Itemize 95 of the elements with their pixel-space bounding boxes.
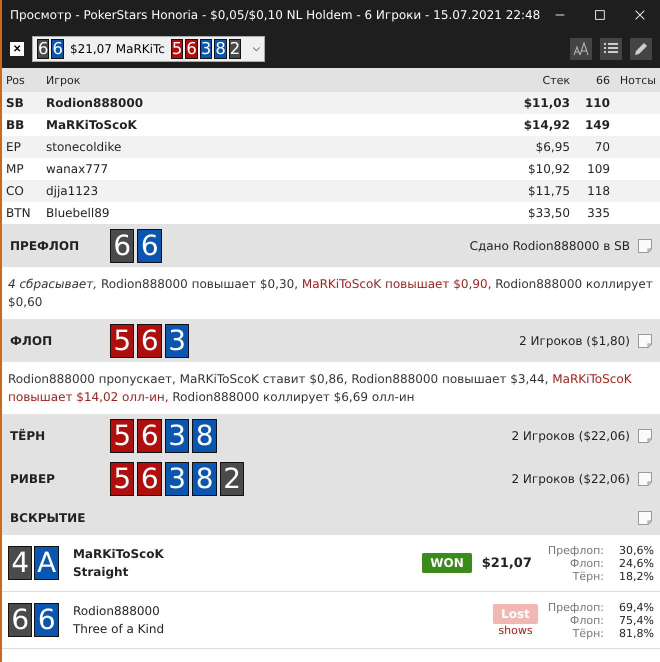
player-cell-text: Bluebell89: [46, 206, 110, 220]
playing-card: 3: [164, 462, 190, 496]
stack-cell-text: $33,50: [527, 206, 570, 220]
playing-card: 5: [170, 39, 184, 59]
player-cell-text: djja1123: [46, 184, 100, 198]
note-icon[interactable]: [638, 428, 652, 442]
note-icon[interactable]: [638, 472, 652, 486]
playing-card: 8: [192, 418, 217, 452]
shows-label: shows: [498, 624, 533, 636]
column-header: Игрок: [46, 74, 82, 86]
playing-card: 6: [185, 39, 198, 59]
equity-label: Тёрн:: [572, 626, 604, 640]
big-blinds-cell-text: 110: [584, 96, 610, 110]
position-cell-text: CO: [6, 184, 25, 198]
playing-card: A: [34, 546, 59, 580]
hand-rank: Three of a Kind: [72, 621, 166, 638]
big-blinds-cell-text: 335: [586, 206, 610, 220]
equity-label: Префлоп:: [548, 544, 604, 556]
playing-card: 3: [200, 39, 212, 59]
big-blinds-cell-text: 70: [594, 140, 610, 154]
playing-card: 8: [192, 462, 217, 496]
position-cell-text: EP: [6, 140, 22, 154]
equity-value: 81,8%: [618, 626, 654, 640]
equity-label: Префлоп:: [548, 600, 604, 614]
street-info: 2 Игроков ($1,80): [519, 334, 630, 348]
equity-value: 18,2%: [618, 570, 654, 582]
equity-value: 30,6%: [618, 544, 654, 556]
playing-card: 5: [110, 324, 134, 358]
playing-card: 3: [164, 324, 190, 358]
playing-card: 2: [228, 39, 242, 59]
street-name: ФЛОП: [10, 334, 54, 348]
playing-card: 6: [51, 39, 64, 59]
close-button[interactable]: ✕: [10, 42, 24, 56]
playing-card: 5: [110, 418, 134, 452]
player-cell-text: stonecoldike: [46, 140, 122, 154]
player-cell-text: MaRKiToScoK: [46, 118, 138, 132]
hand-selector[interactable]: 6 6 $21,07 MaRKiTc 5 6 3 8 2: [32, 36, 265, 62]
big-blinds-cell-text: 149: [584, 118, 610, 132]
playing-card: 6: [34, 603, 59, 637]
column-header: 66: [595, 74, 610, 86]
playing-card: 6: [8, 603, 32, 637]
equity-label: Тёрн:: [572, 570, 604, 582]
playing-card: 3: [164, 418, 190, 452]
equity-label: Флоп:: [568, 556, 604, 570]
playing-card: 6: [110, 228, 134, 262]
playing-card: 4: [8, 546, 32, 580]
playing-card: 6: [137, 324, 162, 358]
equity-label: Флоп:: [568, 614, 604, 626]
equity-value: 69,4%: [618, 600, 654, 614]
note-icon[interactable]: [638, 510, 652, 524]
note-icon[interactable]: [638, 238, 652, 252]
note-icon[interactable]: [638, 334, 652, 348]
equity-value: 24,6%: [618, 556, 654, 570]
player-cell-text: wanax777: [46, 162, 110, 176]
playing-card: 2: [220, 462, 244, 496]
hand-rank: Straight: [72, 564, 130, 581]
column-header: Стек: [542, 74, 570, 86]
pencil-icon[interactable]: [630, 38, 652, 60]
playing-card: 6: [137, 228, 162, 262]
street-name: РИВЕР: [10, 472, 56, 486]
stack-cell-text: $10,92: [527, 162, 570, 176]
street-name: ВСКРЫТИЕ: [10, 510, 86, 524]
stack-cell-text: $11,03: [522, 96, 570, 110]
street-name: ТЁРН: [10, 428, 46, 442]
won-amount: $21,07: [482, 556, 532, 570]
list-icon[interactable]: [600, 38, 622, 60]
caret-icon: [253, 46, 260, 52]
position-cell-text: BTN: [6, 206, 32, 220]
stack-cell-text: $11,75: [527, 184, 570, 198]
column-header: Нотсы: [618, 74, 656, 86]
position-cell-text: SB: [6, 96, 25, 110]
playing-card: 6: [137, 418, 162, 452]
street-info: 2 Игроков ($22,06): [511, 472, 630, 486]
position-cell-text: BB: [6, 118, 26, 132]
result-badge: WON: [422, 553, 472, 573]
player-cell-text: Rodion888000: [46, 96, 144, 110]
big-blinds-cell-text: 109: [586, 162, 610, 176]
result-badge: Lost: [493, 604, 538, 624]
street-info: 2 Игроков ($22,06): [511, 428, 630, 442]
stack-cell-text: $14,92: [522, 118, 570, 132]
player-name: Rodion888000: [72, 603, 161, 620]
position-cell-text: MP: [6, 162, 25, 176]
stack-cell-text: $6,95: [534, 140, 570, 154]
font-size-icon[interactable]: [570, 38, 592, 60]
playing-card: 6: [37, 39, 50, 59]
player-name: MaRKiToScoK: [72, 546, 165, 563]
window-title: Просмотр - PokerStars Honoria - $0,05/$0,10 NL Holdem - 6 Игроки - 15.07.2021 22:48: [10, 8, 540, 22]
playing-card: 5: [110, 462, 134, 496]
column-header: Pos: [6, 74, 26, 86]
playing-card: 8: [214, 39, 227, 59]
big-blinds-cell-text: 118: [586, 184, 610, 198]
playing-card: 6: [137, 462, 162, 496]
street-name: ПРЕФЛОП: [10, 238, 80, 252]
street-info: Сдано Rodion888000 в SB: [470, 238, 630, 252]
equity-value: 75,4%: [618, 614, 654, 626]
